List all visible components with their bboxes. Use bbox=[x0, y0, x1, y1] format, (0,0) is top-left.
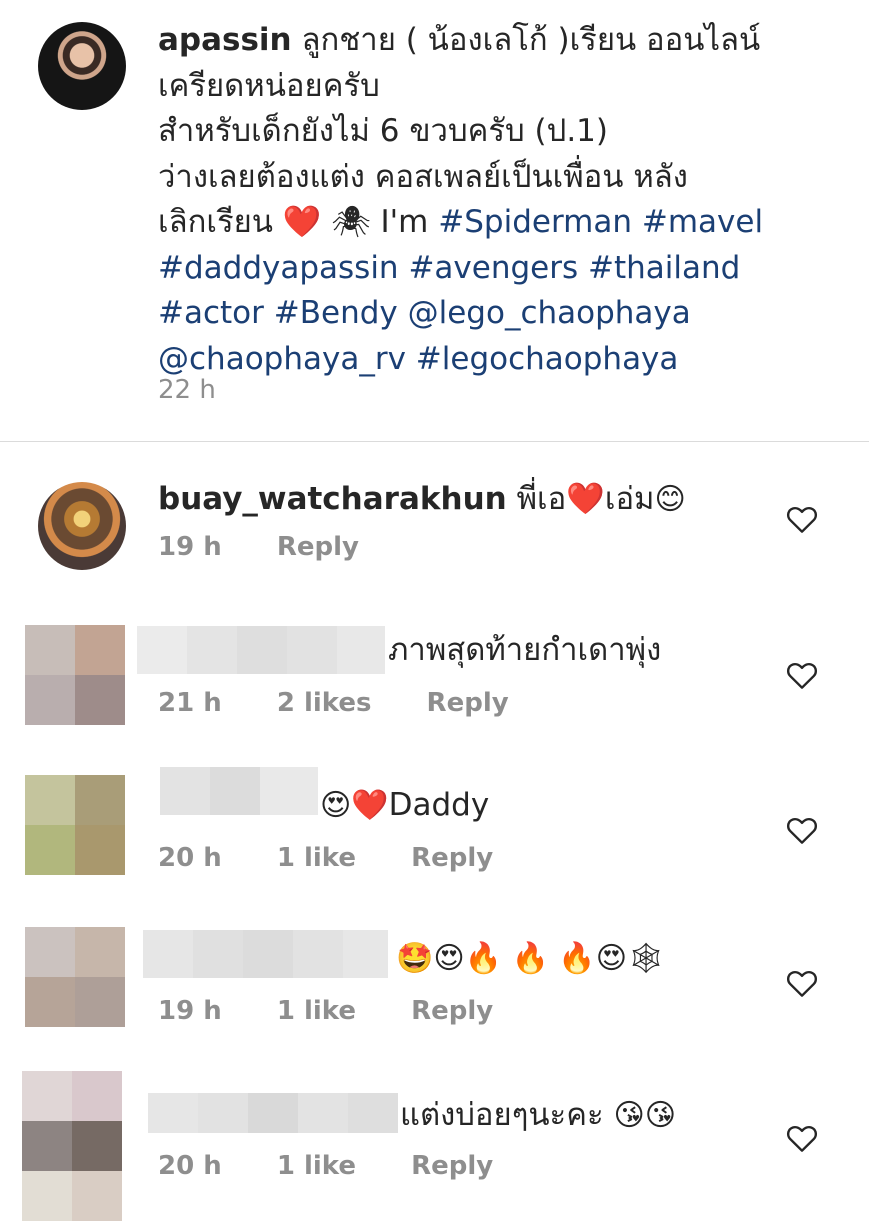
caption-text-1: ลูกชาย ( น้องเลโก้ )เรียน ออนไลน์ bbox=[301, 22, 761, 58]
heart-outline-icon[interactable] bbox=[786, 660, 818, 690]
smile-emoji: 😊 bbox=[654, 482, 686, 517]
caption-line-4: ว่างเลยต้องแต่ง คอสเพลย์เป็นเพื่อน หลัง bbox=[158, 158, 688, 195]
hashtag-legochaophaya[interactable]: #legochaophaya bbox=[416, 341, 679, 377]
comment-meta: 20 h 1 like Reply bbox=[158, 1151, 539, 1181]
comment-time: 19 h bbox=[158, 532, 222, 562]
comment-likes[interactable]: 1 like bbox=[277, 1151, 356, 1181]
heart-outline-icon[interactable] bbox=[786, 815, 818, 845]
reply-button[interactable]: Reply bbox=[411, 1151, 493, 1181]
comment-line: buay_watcharakhun พี่เอ❤️เอ่ม😊 bbox=[158, 479, 686, 520]
comment-likes[interactable]: 1 like bbox=[277, 843, 356, 873]
comment-text: แต่งบ่อยๆนะคะ bbox=[400, 1097, 604, 1133]
comment-item: 🤩😍🔥 🔥 🔥😍🕸 19 h 1 like Reply bbox=[0, 910, 869, 1060]
commenter-avatar[interactable] bbox=[25, 625, 125, 725]
caption-line-5: เลิกเรียน ❤️ 🕷 I'm #Spiderman #mavel bbox=[158, 200, 848, 246]
comment-time: 21 h bbox=[158, 688, 222, 718]
comment-time: 20 h bbox=[158, 1151, 222, 1181]
red-heart-emoji: ❤️ bbox=[566, 481, 605, 517]
reply-button[interactable]: Reply bbox=[427, 688, 509, 718]
commenter-username-blurred[interactable] bbox=[148, 1093, 398, 1133]
reply-button[interactable]: Reply bbox=[411, 843, 493, 873]
hashtag-actor[interactable]: #actor bbox=[158, 295, 264, 331]
commenter-avatar[interactable] bbox=[38, 482, 126, 570]
commenter-username[interactable]: buay_watcharakhun bbox=[158, 481, 507, 517]
comment-text: พี่เอ bbox=[516, 481, 567, 517]
heart-outline-icon[interactable] bbox=[786, 968, 818, 998]
commenter-avatar-fragment bbox=[22, 1171, 122, 1221]
caption-line-7: #actor #Bendy @lego_chaophaya bbox=[158, 291, 848, 337]
spider-emoji: 🕷 bbox=[331, 204, 371, 240]
comment-text: Daddy bbox=[388, 787, 490, 823]
mention-lego-chaophaya[interactable]: @lego_chaophaya bbox=[408, 295, 691, 331]
comment-item: ภาพสุดท้ายกำเดาพุ่ง 21 h 2 likes Reply bbox=[0, 600, 869, 750]
hashtag-mavel[interactable]: #mavel bbox=[642, 204, 763, 240]
heart-eyes-heart-emoji: 😍❤️ bbox=[320, 788, 389, 823]
mention-chaophaya-rv[interactable]: @chaophaya_rv bbox=[158, 341, 406, 377]
commenter-username-blurred[interactable] bbox=[137, 626, 385, 674]
caption-line-2: เครียดหน่อยครับ bbox=[158, 67, 380, 104]
caption-line-3: สำหรับเด็กยังไม่ 6 ขวบครับ (ป.1) bbox=[158, 113, 608, 149]
heart-outline-icon[interactable] bbox=[786, 504, 818, 534]
comment-text: 🤩😍🔥 🔥 🔥😍🕸 bbox=[396, 936, 665, 981]
caption-text-5: เลิกเรียน bbox=[158, 204, 273, 240]
comment-likes[interactable]: 2 likes bbox=[277, 688, 372, 718]
comment-text: เอ่ม bbox=[604, 481, 655, 517]
hashtag-avengers[interactable]: #avengers bbox=[408, 250, 578, 286]
kiss-emoji: 😘😘 bbox=[613, 1098, 677, 1133]
caption-text-im: I'm bbox=[380, 204, 429, 240]
hashtag-spiderman[interactable]: #Spiderman bbox=[438, 204, 632, 240]
post-author-avatar[interactable] bbox=[38, 22, 126, 110]
comment-time: 20 h bbox=[158, 843, 222, 873]
comment-text: ภาพสุดท้ายกำเดาพุ่ง bbox=[388, 632, 662, 668]
caption-line-8: @chaophaya_rv #legochaophaya bbox=[158, 337, 848, 383]
commenter-avatar[interactable] bbox=[25, 775, 125, 875]
caption-line-6: #daddyapassin #avengers #thailand bbox=[158, 246, 848, 292]
reply-button[interactable]: Reply bbox=[411, 996, 493, 1026]
post-author-username[interactable]: apassin bbox=[158, 22, 292, 58]
hashtag-bendy[interactable]: #Bendy bbox=[274, 295, 398, 331]
hashtag-daddyapassin[interactable]: #daddyapassin bbox=[158, 250, 399, 286]
hashtag-thailand[interactable]: #thailand bbox=[588, 250, 740, 286]
comment-meta: 20 h 1 like Reply bbox=[158, 843, 539, 873]
post-timestamp: 22 h bbox=[158, 375, 216, 405]
comment-meta: 19 h Reply bbox=[158, 532, 405, 562]
comment-line: แต่งบ่อยๆนะคะ 😘😘 bbox=[400, 1093, 676, 1138]
comment-line: 😍❤️Daddy bbox=[320, 783, 489, 828]
caption-line-1: apassin ลูกชาย ( น้องเลโก้ )เรียน ออนไลน… bbox=[158, 18, 848, 64]
comment-meta: 21 h 2 likes Reply bbox=[158, 688, 555, 718]
comment-item: 😍❤️Daddy 20 h 1 like Reply bbox=[0, 755, 869, 905]
heart-outline-icon[interactable] bbox=[786, 1123, 818, 1153]
commenter-avatar[interactable] bbox=[22, 1071, 122, 1171]
reply-button[interactable]: Reply bbox=[277, 532, 359, 562]
commenter-username-blurred[interactable] bbox=[143, 930, 388, 978]
comment-meta: 19 h 1 like Reply bbox=[158, 996, 539, 1026]
post-caption-section: apassin ลูกชาย ( น้องเลโก้ )เรียน ออนไลน… bbox=[0, 0, 869, 442]
commenter-avatar[interactable] bbox=[25, 927, 125, 1027]
commenter-username-blurred[interactable] bbox=[160, 767, 318, 815]
star-eyes-heart-fire-emoji: 🤩😍🔥 🔥 🔥😍🕸 bbox=[396, 941, 666, 976]
comment-item: buay_watcharakhun พี่เอ❤️เอ่ม😊 19 h Repl… bbox=[0, 442, 869, 592]
comment-item: แต่งบ่อยๆนะคะ 😘😘 20 h 1 like Reply bbox=[0, 1065, 869, 1225]
comment-time: 19 h bbox=[158, 996, 222, 1026]
red-heart-emoji: ❤️ bbox=[282, 204, 322, 240]
comment-likes[interactable]: 1 like bbox=[277, 996, 356, 1026]
post-caption: apassin ลูกชาย ( น้องเลโก้ )เรียน ออนไลน… bbox=[158, 18, 848, 382]
